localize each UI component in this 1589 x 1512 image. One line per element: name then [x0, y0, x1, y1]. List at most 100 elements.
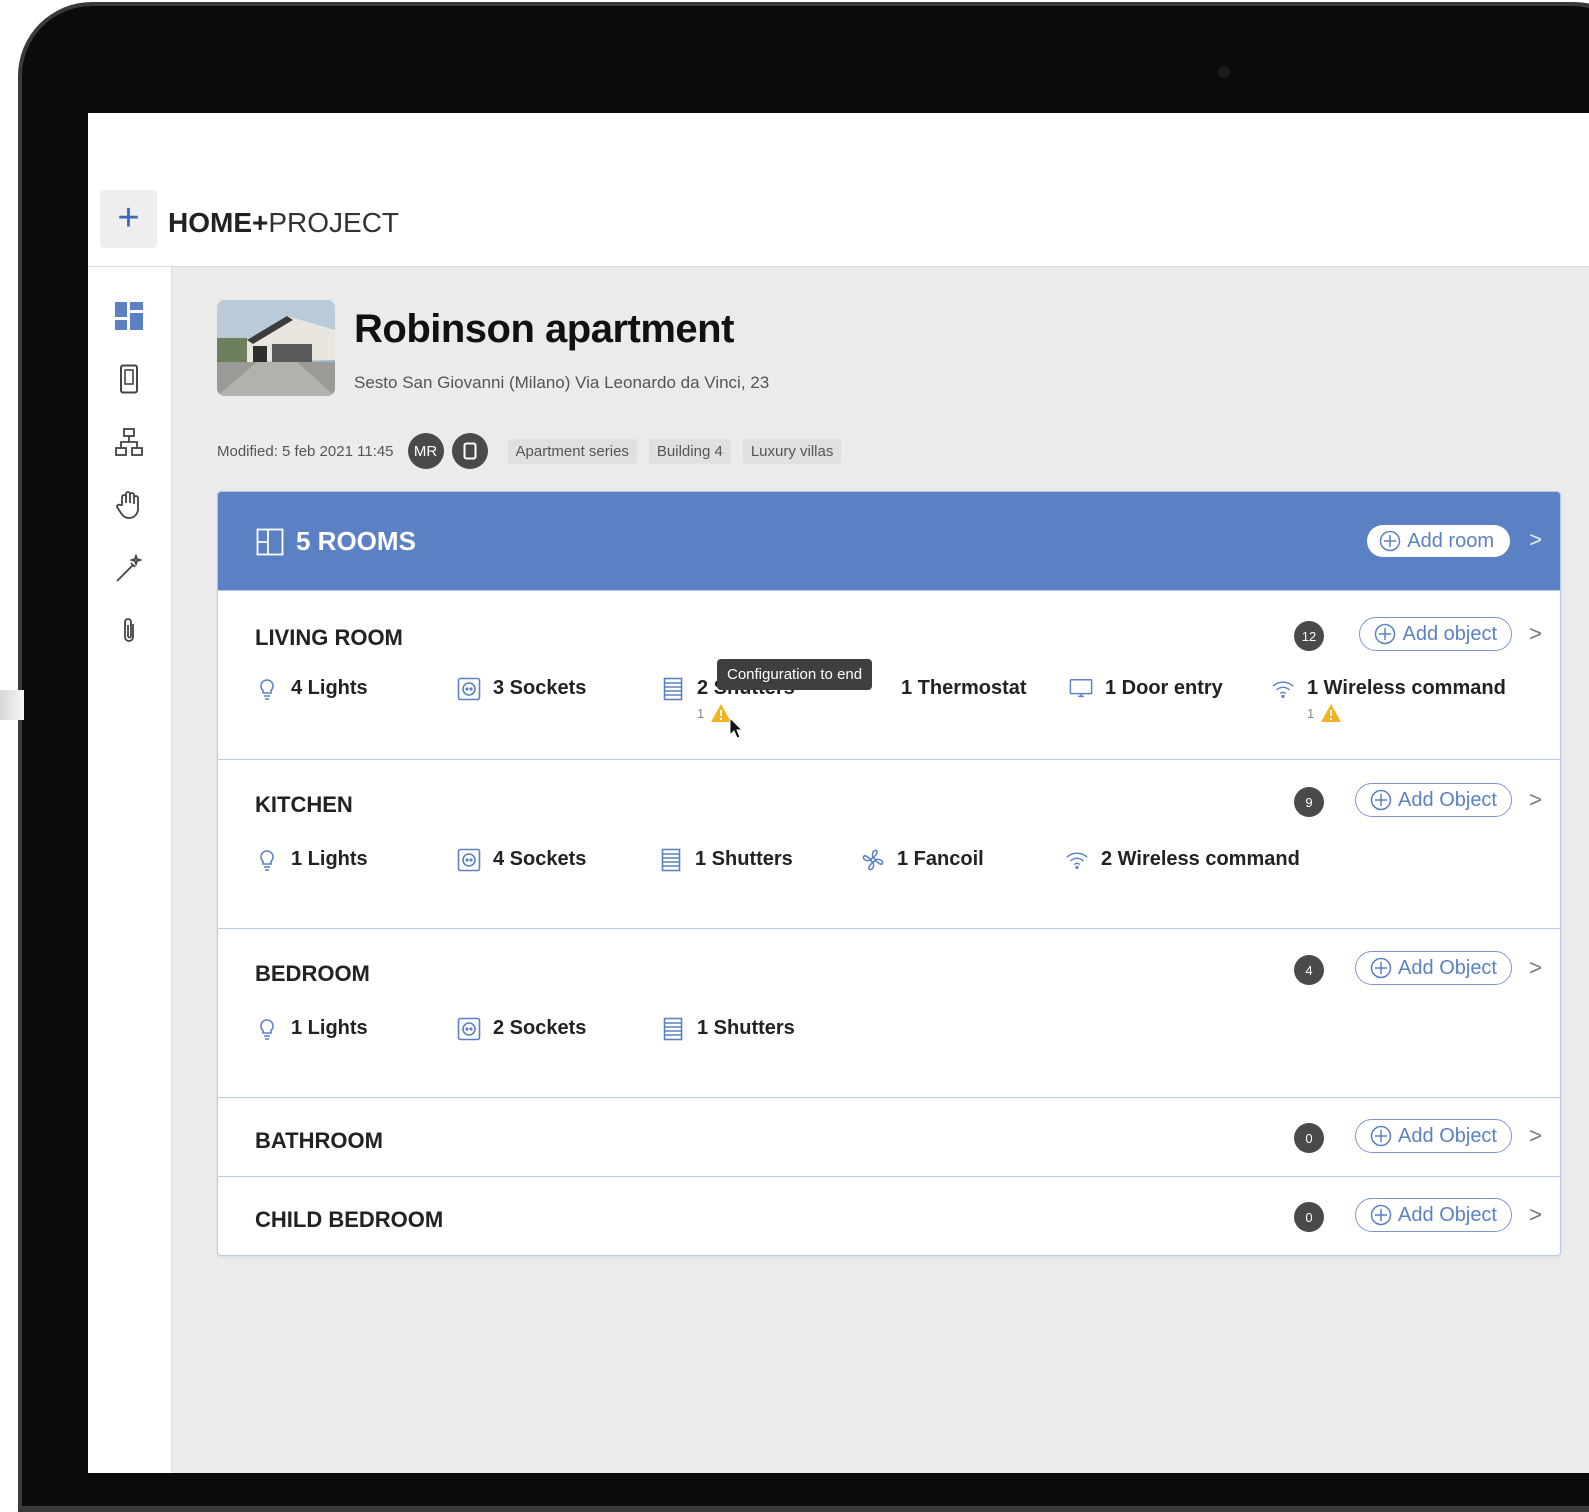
warning-indicator[interactable]: 1: [1307, 703, 1342, 723]
hierarchy-icon[interactable]: [113, 426, 145, 458]
add-object-button[interactable]: Add Object: [1355, 951, 1512, 985]
app-title: HOME+PROJECT: [168, 207, 399, 239]
project-title: Robinson apartment: [354, 307, 734, 351]
plus-circle-icon: [1370, 957, 1392, 979]
item-lights[interactable]: 1 Lights: [255, 848, 457, 872]
warning-count: 1: [1307, 705, 1315, 721]
item-label: 1 Lights: [291, 1017, 368, 1039]
rooms-header: 5 ROOMS Add room >: [218, 492, 1560, 590]
item-label: 4 Lights: [291, 677, 368, 699]
room-items: 1 Lights 4 Sockets 1 Shutters 1 Fancoil: [255, 848, 1325, 872]
socket-icon: [457, 1017, 481, 1041]
item-label: 2 Sockets: [493, 1017, 587, 1039]
add-object-button[interactable]: Add object: [1359, 617, 1512, 651]
room-row-bathroom[interactable]: BATHROOM 0 Add Object >: [218, 1097, 1560, 1176]
avatar[interactable]: MR: [407, 433, 444, 469]
object-count-badge: 4: [1294, 955, 1324, 985]
camera-dot: [1218, 66, 1230, 78]
chevron-right-icon[interactable]: >: [1529, 527, 1542, 553]
room-row-kitchen[interactable]: KITCHEN 9 Add Object > 1 Lights 4 Socket…: [218, 759, 1560, 928]
tooltip: Configuration to end: [717, 659, 873, 690]
plus-circle-icon: [1380, 530, 1401, 552]
room-name: CHILD BEDROOM: [255, 1207, 444, 1232]
dashboard-icon[interactable]: [113, 300, 145, 332]
chevron-right-icon[interactable]: >: [1529, 955, 1542, 981]
hand-icon[interactable]: [113, 489, 145, 521]
item-fancoil[interactable]: 1 Fancoil: [861, 848, 1065, 872]
add-object-label: Add Object: [1398, 1124, 1497, 1147]
add-object-label: Add Object: [1398, 1203, 1497, 1226]
app-title-bold: HOME+: [168, 207, 269, 238]
socket-icon: [457, 848, 481, 872]
add-room-button[interactable]: Add room: [1367, 525, 1510, 557]
room-name: BEDROOM: [255, 961, 370, 986]
plus-circle-icon: [1370, 1125, 1392, 1147]
app-logo-button[interactable]: +: [100, 190, 157, 248]
item-label: 1 Fancoil: [897, 848, 984, 870]
item-sockets[interactable]: 3 Sockets: [457, 677, 661, 701]
warning-indicator[interactable]: 1: [697, 703, 732, 723]
warning-count: 1: [697, 705, 705, 721]
project-thumbnail[interactable]: [217, 300, 335, 396]
socket-icon: [457, 677, 481, 701]
item-lights[interactable]: 4 Lights: [255, 677, 457, 701]
mouse-cursor-icon: [729, 717, 744, 739]
item-label: 1 Shutters: [695, 848, 793, 870]
room-row-living-room[interactable]: LIVING ROOM 12 Add object > 4 Lights 3 S…: [218, 590, 1560, 759]
add-object-label: Add object: [1402, 622, 1497, 645]
item-label: 4 Sockets: [493, 848, 587, 870]
magic-wand-icon[interactable]: [113, 552, 145, 584]
item-shutters[interactable]: 1 Shutters: [659, 848, 861, 872]
shutter-icon: [661, 677, 685, 701]
room-row-child-bedroom[interactable]: CHILD BEDROOM 0 Add Object >: [218, 1176, 1560, 1255]
rooms-title: 5 ROOMS: [256, 526, 416, 557]
room-items: 1 Lights 2 Sockets 1 Shutters: [255, 1017, 865, 1041]
item-wireless-command[interactable]: 1 Wireless command 1: [1271, 677, 1531, 722]
chevron-right-icon[interactable]: >: [1529, 1123, 1542, 1149]
app-screen: + HOME+PROJECT Robinson apartment Sesto …: [88, 113, 1589, 1473]
main-content: Robinson apartment Sesto San Giovanni (M…: [172, 267, 1589, 1473]
rooms-count-label: 5 ROOMS: [296, 526, 416, 556]
app-title-light: PROJECT: [268, 207, 400, 238]
item-label: 3 Sockets: [493, 677, 587, 699]
chevron-right-icon[interactable]: >: [1529, 621, 1542, 647]
item-wireless-command[interactable]: 2 Wireless command: [1065, 848, 1325, 872]
room-row-bedroom[interactable]: BEDROOM 4 Add Object > 1 Lights 2 Socket…: [218, 928, 1560, 1097]
room-name: BATHROOM: [255, 1128, 383, 1153]
plus-circle-icon: [1375, 623, 1396, 645]
tag-apartment-series[interactable]: Apartment series: [507, 438, 637, 464]
modified-date: Modified: 5 feb 2021 11:45: [217, 442, 394, 460]
door-entry-icon: [1069, 677, 1093, 701]
light-bulb-icon: [255, 677, 279, 701]
fancoil-icon: [861, 848, 885, 872]
plus-circle-icon: [1370, 1204, 1392, 1226]
item-sockets[interactable]: 4 Sockets: [457, 848, 659, 872]
device-icon[interactable]: [113, 363, 145, 395]
wireless-icon: [1271, 677, 1295, 701]
room-name: KITCHEN: [255, 792, 353, 817]
item-lights[interactable]: 1 Lights: [255, 1017, 457, 1041]
tag-luxury-villas[interactable]: Luxury villas: [742, 438, 842, 464]
floorplan-icon: [256, 528, 284, 555]
item-door-entry[interactable]: 1 Door entry: [1069, 677, 1271, 701]
attachment-icon[interactable]: [113, 615, 145, 647]
item-label: 1 Thermostat: [901, 677, 1027, 699]
tag-building[interactable]: Building 4: [648, 438, 731, 464]
warning-icon: [1321, 704, 1342, 722]
item-label: 1 Shutters: [697, 1017, 795, 1039]
object-count-badge: 12: [1294, 621, 1324, 651]
room-items: 4 Lights 3 Sockets 2 Shutters 1: [255, 677, 1531, 722]
add-object-button[interactable]: Add Object: [1355, 1198, 1512, 1232]
chevron-right-icon[interactable]: >: [1529, 1202, 1542, 1228]
item-thermostat[interactable]: 1 Thermostat: [865, 677, 1069, 701]
add-object-button[interactable]: Add Object: [1355, 783, 1512, 817]
device-avatar-icon[interactable]: [451, 433, 488, 469]
chevron-right-icon[interactable]: >: [1529, 787, 1542, 813]
item-label: 1 Door entry: [1105, 677, 1223, 699]
add-object-button[interactable]: Add Object: [1355, 1119, 1512, 1153]
add-object-label: Add Object: [1398, 788, 1497, 811]
item-sockets[interactable]: 2 Sockets: [457, 1017, 661, 1041]
item-label: 2 Wireless command: [1101, 848, 1300, 870]
item-shutters[interactable]: 1 Shutters: [661, 1017, 865, 1041]
room-name: LIVING ROOM: [255, 625, 403, 650]
